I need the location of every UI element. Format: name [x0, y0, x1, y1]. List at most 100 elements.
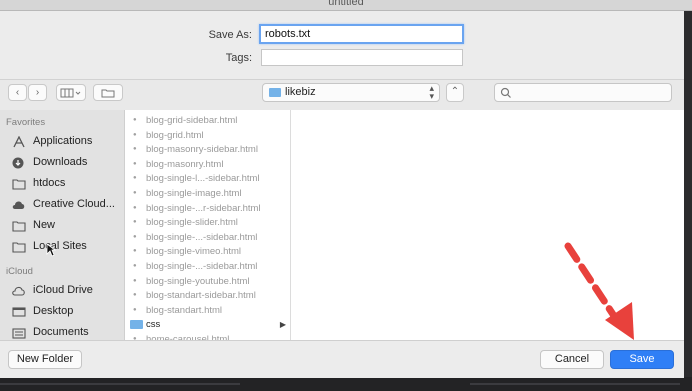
documents-icon	[12, 327, 26, 339]
tags-input[interactable]	[261, 49, 463, 66]
file-name: blog-standart-sidebar.html	[146, 290, 256, 302]
html-file-icon: ●	[133, 160, 137, 167]
file-row[interactable]: ● blog-single-...r-sidebar.html	[125, 201, 290, 216]
html-file-icon: ●	[133, 277, 137, 284]
file-name: blog-single-image.html	[146, 188, 242, 199]
window-titlebar: untitled	[0, 0, 692, 11]
save-button[interactable]: Save	[610, 350, 674, 369]
cloud-icon	[12, 285, 26, 296]
file-name: home-carousel.html	[146, 334, 230, 340]
sidebar-item-label: Applications	[33, 135, 93, 147]
file-row[interactable]: ● blog-single-image.html	[125, 186, 290, 201]
creative-cloud-icon	[12, 199, 26, 210]
sidebar-item-desktop[interactable]: Desktop	[12, 302, 73, 320]
mouse-pointer-icon	[46, 243, 56, 257]
html-file-icon: ●	[133, 175, 137, 182]
file-row[interactable]: ● home-carousel.html	[125, 332, 290, 340]
location-dropdown[interactable]: likebiz ▴ ▾	[262, 83, 440, 102]
file-name: blog-single-...-sidebar.html	[146, 261, 258, 272]
folder-row[interactable]: css ▶	[125, 317, 290, 332]
downloads-icon	[12, 157, 26, 168]
folder-icon	[12, 220, 26, 232]
favorites-header: Favorites	[6, 117, 46, 128]
search-field[interactable]	[494, 83, 672, 102]
chevron-left-icon: ‹	[15, 87, 20, 98]
html-file-icon: ●	[133, 204, 137, 211]
html-file-icon: ●	[133, 248, 137, 255]
file-name: css	[146, 319, 161, 331]
file-name: blog-grid-sidebar.html	[146, 115, 238, 126]
column-view-icon	[60, 88, 81, 98]
save-as-input[interactable]	[259, 24, 464, 44]
folder-icon	[12, 178, 26, 190]
file-row[interactable]: ● blog-grid-sidebar.html	[125, 113, 290, 128]
background-edge	[684, 11, 692, 391]
sidebar-item-label: iCloud Drive	[33, 284, 93, 296]
html-file-icon: ●	[133, 292, 137, 299]
file-name: blog-single-...r-sidebar.html	[146, 202, 261, 214]
file-name: blog-single-youtube.html	[146, 275, 250, 287]
chevron-right-icon: ›	[35, 87, 40, 98]
tags-label: Tags:	[225, 52, 252, 64]
file-name: blog-masonry.html	[146, 158, 224, 170]
html-file-icon: ●	[133, 117, 137, 123]
file-column: ● blog-grid-sidebar.html ● blog-grid.html ● b…	[125, 110, 291, 340]
annotation-arrow-icon	[564, 242, 634, 340]
file-row[interactable]: ● blog-single-l...-sidebar.html	[125, 171, 290, 186]
sidebar-item-creative-cloud[interactable]: Creative Cloud...	[12, 195, 115, 213]
forward-button[interactable]: ›	[28, 84, 47, 101]
file-row[interactable]: ● blog-standart.html	[125, 303, 290, 318]
file-name: blog-standart.html	[146, 304, 223, 316]
back-button[interactable]: ‹	[8, 84, 27, 101]
html-file-icon: ●	[133, 190, 137, 196]
file-name: blog-masonry-sidebar.html	[146, 144, 258, 156]
view-mode-button[interactable]	[56, 84, 86, 101]
sidebar-item-icloud-drive[interactable]: iCloud Drive	[12, 281, 93, 299]
sidebar-item-label: htdocs	[33, 177, 66, 189]
html-file-icon: ●	[133, 131, 137, 138]
updown-arrows-icon: ▴ ▾	[429, 83, 434, 101]
sidebar-item-label: Documents	[33, 326, 89, 338]
html-file-icon: ●	[133, 306, 137, 313]
applications-icon	[12, 135, 26, 147]
file-name: blog-single-...-sidebar.html	[146, 231, 258, 243]
icloud-header: iCloud	[6, 266, 33, 277]
file-row[interactable]: ● blog-single-...-sidebar.html	[125, 259, 290, 274]
file-row[interactable]: ● blog-single-slider.html	[125, 215, 290, 230]
sidebar-item-htdocs[interactable]: htdocs	[12, 174, 65, 192]
file-row[interactable]: ● blog-single-vimeo.html	[125, 244, 290, 259]
file-name: blog-single-slider.html	[146, 217, 238, 229]
sidebar-item-applications[interactable]: Applications	[12, 132, 92, 150]
cancel-button[interactable]: Cancel	[540, 350, 604, 369]
file-row[interactable]: ● blog-standart-sidebar.html	[125, 288, 290, 303]
html-file-icon: ●	[133, 263, 137, 269]
file-name: blog-single-l...-sidebar.html	[146, 173, 260, 185]
html-file-icon: ●	[133, 146, 137, 153]
folder-icon	[269, 88, 281, 97]
sidebar-item-label: Creative Cloud...	[33, 198, 115, 210]
sidebar-item-documents[interactable]: Documents	[12, 323, 89, 341]
save-as-label: Save As:	[208, 29, 252, 41]
expand-collapse-button[interactable]: ⌃	[446, 83, 464, 102]
new-folder-button[interactable]: New Folder	[8, 350, 82, 369]
file-row[interactable]: ● blog-single-...-sidebar.html	[125, 230, 290, 245]
file-row[interactable]: ● blog-single-youtube.html	[125, 274, 290, 289]
folder-icon	[130, 320, 143, 330]
disclosure-arrow-icon: ▶	[279, 320, 286, 330]
sidebar-item-label: New	[33, 219, 56, 231]
sidebar-item-label: Downloads	[33, 156, 88, 168]
new-folder-toolbar-button[interactable]	[93, 84, 123, 101]
file-row[interactable]: ● blog-masonry.html	[125, 157, 290, 172]
chevron-up-icon: ⌃	[450, 86, 460, 97]
sidebar-item-new[interactable]: New	[12, 216, 55, 234]
window-title: untitled	[328, 0, 364, 8]
html-file-icon: ●	[133, 219, 137, 226]
file-row[interactable]: ● blog-masonry-sidebar.html	[125, 142, 290, 157]
background-taskbar	[0, 377, 692, 391]
file-row[interactable]: ● blog-grid.html	[125, 128, 290, 143]
sidebar-item-downloads[interactable]: Downloads	[12, 153, 87, 171]
folder-icon	[12, 241, 26, 253]
folder-add-icon	[101, 89, 115, 98]
file-name: blog-grid.html	[146, 129, 204, 141]
sidebar-item-label: Local Sites	[33, 240, 87, 252]
